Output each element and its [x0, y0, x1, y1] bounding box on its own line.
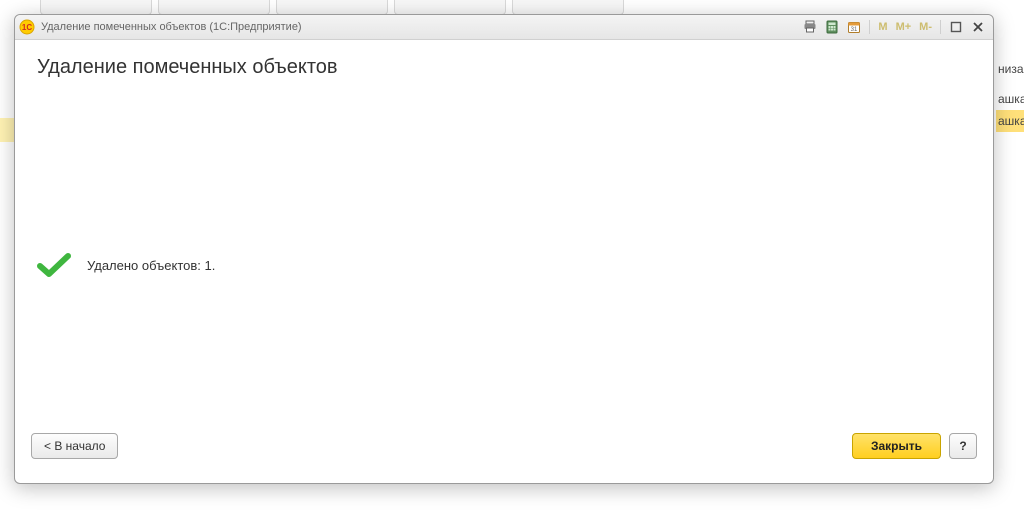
bg-row: ашка	[996, 110, 1024, 132]
memory-mminus-button[interactable]: M-	[917, 21, 934, 33]
bg-tab	[158, 0, 270, 15]
dialog-footer: < В начало Закрыть ?	[15, 423, 993, 483]
page-title: Удаление помеченных объектов	[37, 56, 971, 79]
calculator-icon[interactable]	[823, 19, 841, 35]
memory-mplus-button[interactable]: M+	[894, 21, 914, 33]
dialog-window: 1C Удаление помеченных объектов (1С:Пред…	[14, 14, 994, 484]
svg-text:1C: 1C	[22, 23, 32, 32]
background-right-column: низа ашка ашка	[996, 58, 1024, 132]
titlebar-divider	[940, 20, 941, 34]
result-message: Удалено объектов: 1.	[87, 258, 215, 273]
dialog-content: Удаление помеченных объектов Удалено объ…	[15, 40, 993, 423]
print-icon[interactable]	[801, 19, 819, 35]
bg-highlight-strip	[0, 118, 14, 142]
bg-tab	[512, 0, 624, 15]
back-button[interactable]: < В начало	[31, 433, 118, 459]
bg-tab	[276, 0, 388, 15]
memory-m-button[interactable]: M	[876, 21, 889, 33]
titlebar-icons: 31 M M+ M-	[801, 19, 987, 35]
background-tabs	[0, 0, 1024, 14]
bg-tab	[40, 0, 152, 15]
result-row: Удалено объектов: 1.	[37, 252, 215, 278]
checkmark-icon	[37, 252, 71, 278]
close-button[interactable]: Закрыть	[852, 433, 941, 459]
bg-row: низа	[996, 58, 1024, 80]
help-button[interactable]: ?	[949, 433, 977, 459]
close-icon[interactable]	[969, 19, 987, 35]
app-logo-icon: 1C	[19, 19, 35, 35]
titlebar: 1C Удаление помеченных объектов (1С:Пред…	[15, 15, 993, 40]
svg-text:31: 31	[851, 27, 858, 33]
calendar-icon[interactable]: 31	[845, 19, 863, 35]
titlebar-divider	[869, 20, 870, 34]
bg-tab	[394, 0, 506, 15]
window-title: Удаление помеченных объектов (1С:Предпри…	[41, 21, 302, 33]
bg-row: ашка	[996, 88, 1024, 110]
maximize-icon[interactable]	[947, 19, 965, 35]
